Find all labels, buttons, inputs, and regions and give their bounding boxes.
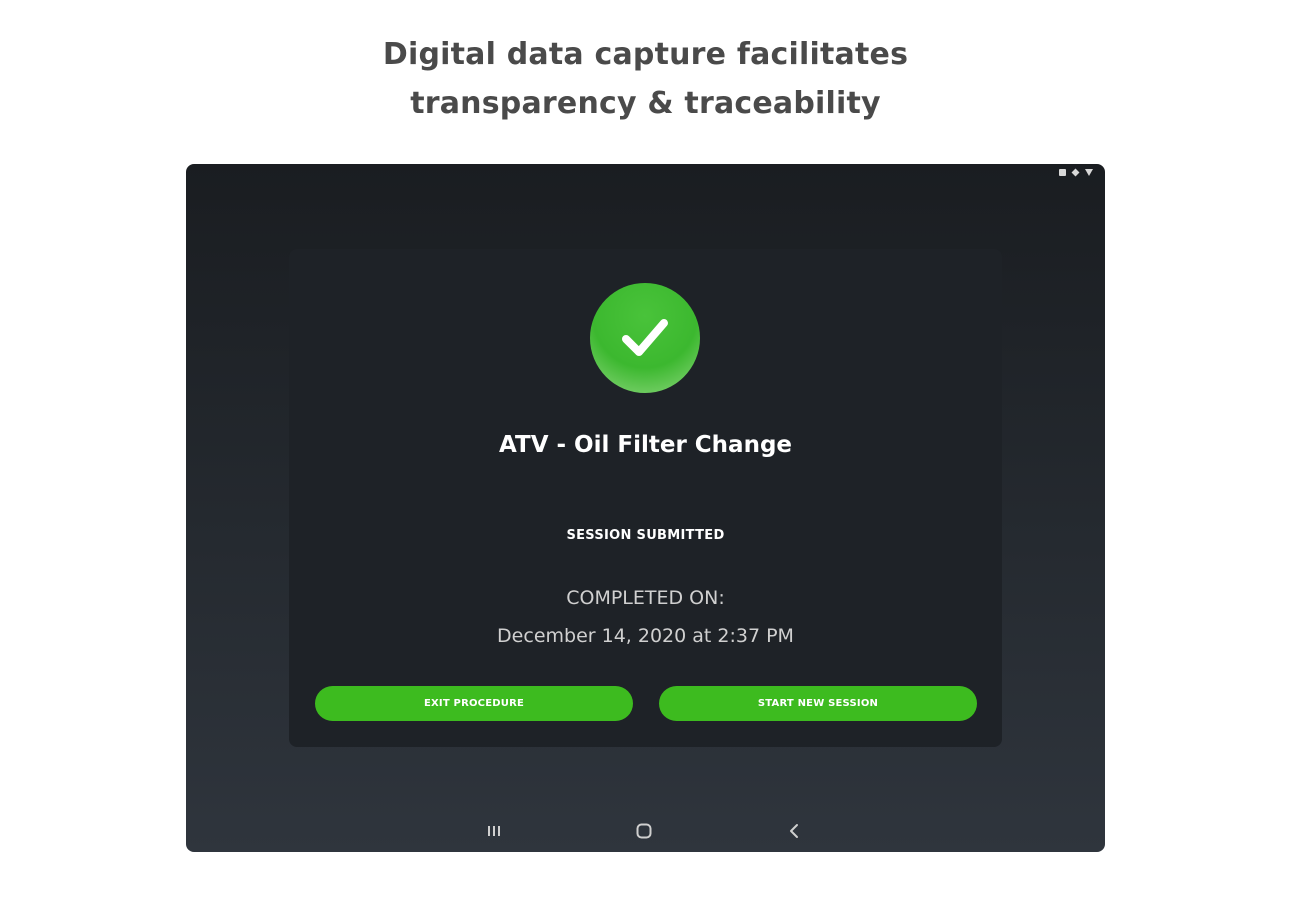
completed-label: COMPLETED ON: [566, 587, 725, 609]
recents-icon[interactable] [483, 820, 505, 842]
headline-line-2: transparency & traceability [410, 86, 881, 121]
completion-card: ATV - Oil Filter Change SESSION SUBMITTE… [289, 249, 1002, 747]
tablet-screen: ATV - Oil Filter Change SESSION SUBMITTE… [186, 164, 1105, 852]
back-icon[interactable] [783, 820, 805, 842]
completed-date: December 14, 2020 at 2:37 PM [497, 625, 794, 647]
session-status: SESSION SUBMITTED [566, 528, 725, 543]
home-icon[interactable] [633, 820, 655, 842]
wifi-triangle-icon [1085, 169, 1093, 176]
android-nav-bar [186, 810, 1105, 852]
procedure-title: ATV - Oil Filter Change [498, 432, 793, 458]
exit-procedure-button[interactable]: EXIT PROCEDURE [315, 686, 633, 721]
status-bar [1059, 168, 1093, 177]
square-indicator-icon [1059, 169, 1066, 176]
promo-page: Digital data capture facilitates transpa… [0, 0, 1291, 900]
headline-line-1: Digital data capture facilitates [382, 37, 909, 72]
diamond-indicator-icon [1071, 168, 1080, 177]
checkmark-icon [590, 283, 700, 393]
headline: Digital data capture facilitates transpa… [0, 30, 1291, 128]
start-new-session-button[interactable]: START NEW SESSION [659, 686, 977, 721]
